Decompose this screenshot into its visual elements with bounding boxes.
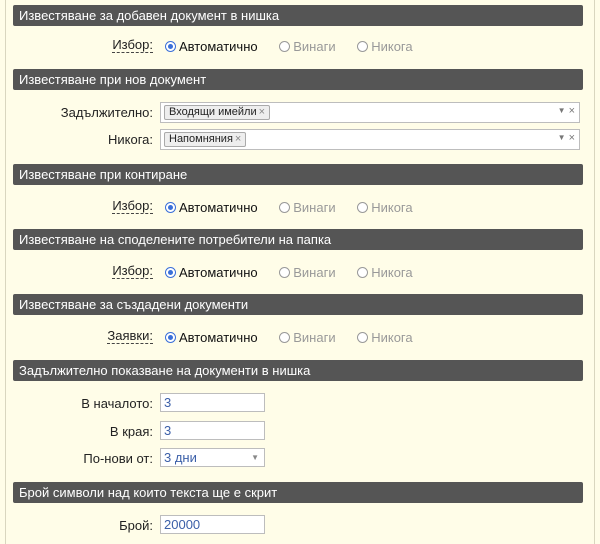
choice-label: Избор: bbox=[112, 37, 153, 53]
end-label: В края: bbox=[109, 424, 153, 439]
section-header: Известяване при нов документ bbox=[13, 69, 583, 90]
section-header: Известяване при контиране bbox=[13, 164, 583, 185]
count-label: Брой: bbox=[119, 518, 153, 533]
never-tag-input[interactable]: Напомняния × ▼ × bbox=[160, 129, 580, 150]
section-header: Известяване на споделените потребители н… bbox=[13, 229, 583, 250]
section-posting: Известяване при контиране Избор: Автомат… bbox=[13, 164, 583, 215]
section-thread-display: Задължително показване на документи в ни… bbox=[13, 360, 583, 467]
dropdown-arrow-icon[interactable]: ▼ bbox=[558, 133, 566, 142]
section-header: Известяване за създадени документи bbox=[13, 294, 583, 315]
newer-select[interactable]: 3 дни ▼ bbox=[160, 448, 265, 467]
requests-row: Заявки: Автоматично Винаги Никога bbox=[13, 327, 583, 349]
radio-group: Автоматично Винаги Никога bbox=[165, 39, 431, 54]
radio-checked-icon bbox=[165, 41, 176, 52]
required-row: Задължително: Входящи имейли × ▼ × bbox=[13, 102, 583, 124]
tag-chip: Напомняния × bbox=[164, 132, 247, 147]
start-label: В началото: bbox=[81, 396, 153, 411]
never-row: Никога: Напомняния × ▼ × bbox=[13, 129, 583, 151]
radio-auto[interactable]: Автоматично bbox=[165, 330, 258, 345]
radio-unchecked-icon bbox=[279, 267, 291, 278]
dropdown-arrow-icon[interactable]: ▼ bbox=[558, 106, 566, 115]
end-row: В края: 3 bbox=[13, 421, 583, 443]
radio-unchecked-icon bbox=[357, 41, 369, 52]
choice-row: Избор: Автоматично Винаги Никога bbox=[13, 36, 583, 58]
radio-unchecked-icon bbox=[279, 202, 291, 213]
radio-checked-icon bbox=[165, 332, 176, 343]
start-input[interactable]: 3 bbox=[160, 393, 265, 412]
count-input[interactable]: 20000 bbox=[160, 515, 265, 534]
never-label: Никога: bbox=[107, 132, 153, 147]
radio-checked-icon bbox=[165, 267, 176, 278]
frame-right-border bbox=[594, 0, 595, 544]
radio-auto[interactable]: Автоматично bbox=[165, 200, 258, 215]
section-header: Брой символи над които текста ще е скрит bbox=[13, 482, 583, 503]
choice-label: Избор: bbox=[112, 198, 153, 214]
end-input[interactable]: 3 bbox=[160, 421, 265, 440]
radio-group: Автоматично Винаги Никога bbox=[165, 265, 431, 280]
clear-icon[interactable]: × bbox=[569, 132, 575, 144]
tag-input-controls: ▼ × bbox=[558, 105, 575, 117]
choice-label: Избор: bbox=[112, 263, 153, 279]
radio-unchecked-icon bbox=[357, 202, 369, 213]
radio-never[interactable]: Никога bbox=[357, 265, 413, 280]
radio-auto[interactable]: Автоматично bbox=[165, 265, 258, 280]
required-label: Задължително: bbox=[60, 105, 153, 120]
tag-remove-icon[interactable]: × bbox=[259, 106, 265, 118]
requests-label: Заявки: bbox=[107, 328, 153, 344]
radio-never[interactable]: Никога bbox=[357, 330, 413, 345]
clear-icon[interactable]: × bbox=[569, 105, 575, 117]
radio-never[interactable]: Никога bbox=[357, 200, 413, 215]
choice-row: Избор: Автоматично Винаги Никога bbox=[13, 262, 583, 284]
choice-row: Избор: Автоматично Винаги Никога bbox=[13, 197, 583, 219]
chevron-down-icon: ▼ bbox=[251, 453, 259, 462]
radio-always[interactable]: Винаги bbox=[279, 330, 336, 345]
start-row: В началото: 3 bbox=[13, 393, 583, 415]
radio-auto[interactable]: Автоматично bbox=[165, 39, 258, 54]
section-hidden-chars: Брой символи над които текста ще е скрит… bbox=[13, 482, 583, 534]
count-row: Брой: 20000 bbox=[13, 515, 583, 537]
radio-never[interactable]: Никога bbox=[357, 39, 413, 54]
radio-unchecked-icon bbox=[357, 332, 369, 343]
newer-row: По-нови от: 3 дни ▼ bbox=[13, 448, 583, 470]
frame-left-border bbox=[5, 0, 6, 544]
tag-input-controls: ▼ × bbox=[558, 132, 575, 144]
tag-remove-icon[interactable]: × bbox=[235, 133, 241, 145]
newer-select-value: 3 дни bbox=[164, 450, 197, 465]
radio-always[interactable]: Винаги bbox=[279, 200, 336, 215]
radio-group: Автоматично Винаги Никога bbox=[165, 330, 431, 345]
required-tag-input[interactable]: Входящи имейли × ▼ × bbox=[160, 102, 580, 123]
section-created-docs: Известяване за създадени документи Заявк… bbox=[13, 294, 583, 345]
radio-unchecked-icon bbox=[279, 332, 291, 343]
section-header: Известяване за добавен документ в нишка bbox=[13, 5, 583, 26]
section-shared-users: Известяване на споделените потребители н… bbox=[13, 229, 583, 280]
newer-label: По-нови от: bbox=[83, 451, 153, 466]
section-thread-doc-added: Известяване за добавен документ в нишка … bbox=[13, 5, 583, 54]
tag-chip: Входящи имейли × bbox=[164, 105, 271, 120]
radio-unchecked-icon bbox=[357, 267, 369, 278]
radio-group: Автоматично Винаги Никога bbox=[165, 200, 431, 215]
radio-always[interactable]: Винаги bbox=[279, 39, 336, 54]
section-header: Задължително показване на документи в ни… bbox=[13, 360, 583, 381]
radio-checked-icon bbox=[165, 202, 176, 213]
radio-unchecked-icon bbox=[279, 41, 291, 52]
radio-always[interactable]: Винаги bbox=[279, 265, 336, 280]
section-new-doc: Известяване при нов документ Задължителн… bbox=[13, 69, 583, 150]
